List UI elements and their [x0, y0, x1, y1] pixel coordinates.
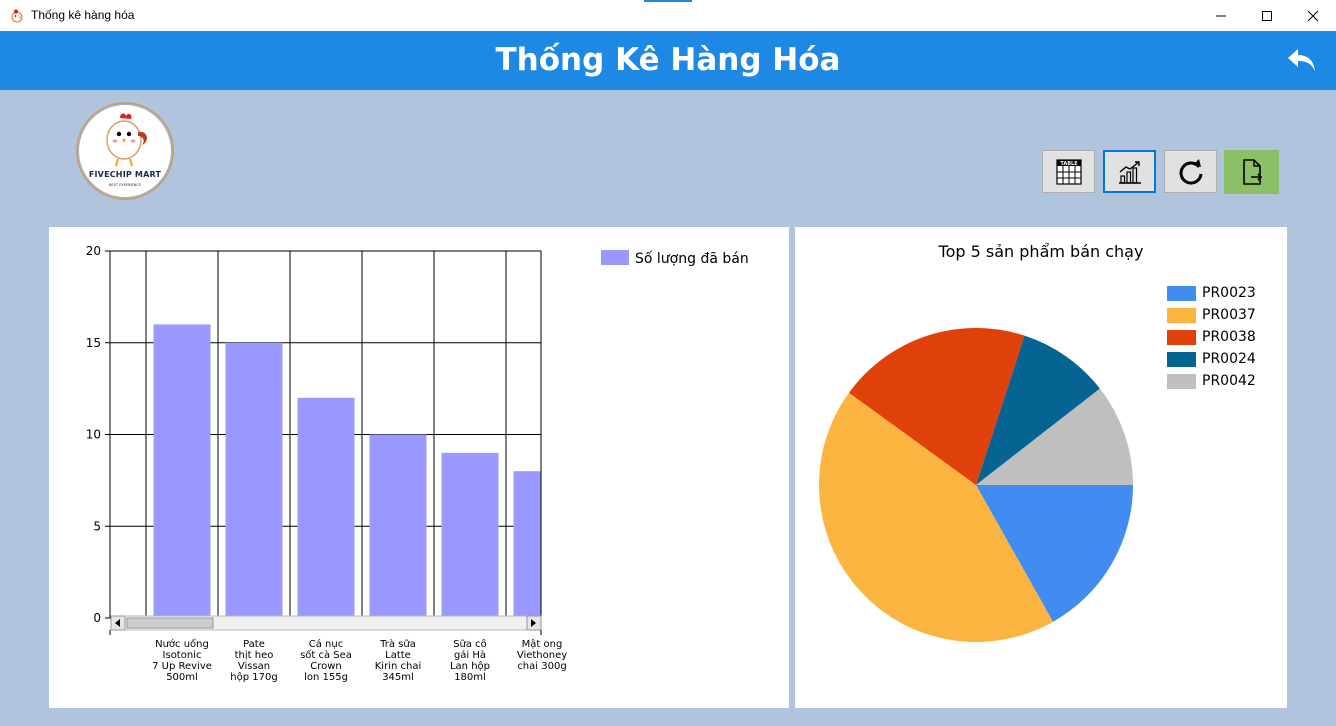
refresh-button[interactable] [1164, 150, 1217, 193]
pie-legend-item: PR0024 [1167, 351, 1256, 367]
y-tick-label: 0 [93, 611, 101, 625]
legend-swatch [1167, 307, 1196, 323]
bar [225, 342, 283, 618]
chart-icon [1118, 160, 1141, 184]
bar [369, 434, 427, 618]
legend-swatch [1167, 285, 1196, 301]
pie-legend-item: PR0038 [1167, 329, 1256, 345]
legend-swatch [1167, 373, 1196, 389]
x-tick-label: Mật ong Viethoney chai 300g [517, 638, 567, 672]
x-tick-label: Sữa cô gái Hà Lan hộp 180ml [450, 638, 490, 683]
bar [441, 452, 499, 618]
page-title: Thống Kê Hàng Hóa [495, 42, 841, 78]
y-tick-label: 10 [86, 428, 101, 442]
pie-legend-item: PR0042 [1167, 373, 1256, 389]
legend-label: PR0042 [1202, 373, 1256, 389]
page-header: Thống Kê Hàng Hóa [0, 31, 1336, 90]
pie-legend-item: PR0023 [1167, 285, 1256, 301]
x-tick-label: Nước uống Isotonic 7 Up Revive 500ml [152, 638, 212, 683]
minimize-icon [1216, 15, 1226, 16]
maximize-button[interactable] [1244, 0, 1290, 31]
bar-chart: 0 5 10 15 20 Nước uống Isotonic 7 Up Revive 500m… [86, 244, 749, 683]
export-button[interactable] [1224, 150, 1279, 194]
pie-legend-item: PR0037 [1167, 307, 1256, 323]
refresh-icon [1179, 158, 1202, 185]
close-icon [1307, 10, 1319, 21]
minimize-button[interactable] [1198, 0, 1244, 31]
logo-brand: FIVECHIP MART [88, 170, 162, 179]
bar-chart-panel: 0 5 10 15 20 Nước uống Isotonic 7 Up Revive 500m… [49, 227, 789, 708]
y-tick-label: 5 [93, 519, 101, 533]
legend-label: Số lượng đã bán [635, 250, 749, 267]
chicken-mascot-icon [106, 113, 147, 167]
legend-label: PR0037 [1202, 307, 1256, 323]
legend-label: PR0023 [1202, 285, 1256, 301]
legend-swatch [601, 250, 629, 265]
x-tick-label: Pate thịt heo Vissan hộp 170g [230, 639, 277, 683]
window-titlebar: Thống kê hàng hóa [0, 0, 1336, 31]
logo-tagline: BEST EXPERIENCE [109, 183, 141, 187]
export-file-icon [1242, 159, 1262, 185]
store-logo: FIVECHIP MART BEST EXPERIENCE [76, 102, 174, 200]
table-view-button[interactable]: TABLE [1042, 150, 1095, 193]
bar [513, 471, 541, 618]
back-arrow-icon[interactable] [1286, 47, 1318, 75]
window-title: Thống kê hàng hóa [31, 8, 135, 22]
legend-label: PR0024 [1202, 351, 1256, 367]
x-tick-label: Cá nục sốt cà Sea Crown lon 155g [300, 638, 352, 683]
legend-swatch [1167, 329, 1196, 345]
scroll-thumb[interactable] [126, 617, 214, 629]
chart-view-button[interactable] [1103, 150, 1156, 193]
bar [297, 397, 355, 618]
app-chicken-icon [11, 9, 23, 23]
legend-label: PR0038 [1202, 329, 1256, 345]
pie-chart-panel: Top 5 sản phẩm bán chạy PR0023 PR0037 PR00… [795, 227, 1287, 708]
taskbar-accent [644, 0, 692, 2]
y-tick-label: 15 [86, 336, 101, 350]
table-icon: TABLE [1055, 158, 1082, 185]
close-window-button[interactable] [1290, 0, 1336, 31]
maximize-icon [1262, 10, 1272, 21]
y-tick-label: 20 [86, 244, 101, 258]
legend-swatch [1167, 351, 1196, 367]
bar [153, 324, 211, 618]
x-tick-label: Trà sữa Latte Kirin chai 345ml [375, 638, 421, 683]
